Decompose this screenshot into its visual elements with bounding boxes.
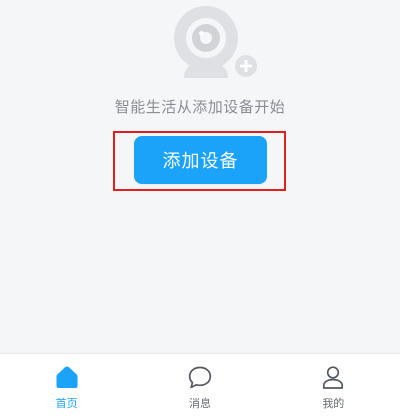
- tab-messages-label: 消息: [188, 397, 211, 410]
- tab-profile-label: 我的: [322, 397, 345, 410]
- person-icon: [323, 366, 344, 389]
- chat-bubble-icon: [188, 366, 212, 389]
- home-empty-state: 智能生活从添加设备开始 添加设备: [0, 0, 400, 353]
- tab-home-label: 首页: [55, 397, 78, 410]
- tab-messages[interactable]: 消息: [133, 354, 266, 416]
- home-icon: [56, 366, 78, 388]
- tab-profile[interactable]: 我的: [267, 354, 400, 416]
- camera-plus-icon: [174, 6, 257, 78]
- bottom-tab-bar: 首页 消息 我的: [0, 353, 400, 416]
- empty-state-message: 智能生活从添加设备开始: [114, 98, 286, 116]
- tab-home[interactable]: 首页: [0, 354, 133, 416]
- add-device-button[interactable]: 添加设备: [134, 136, 267, 184]
